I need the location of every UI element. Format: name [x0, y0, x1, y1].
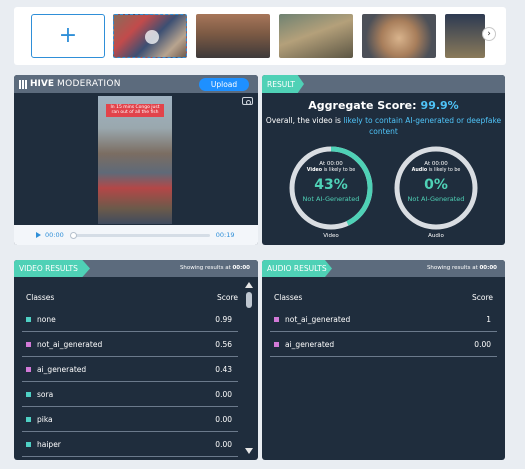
plus-icon: + [58, 23, 78, 48]
result-panel: RESULT Aggregate Score: 99.9% Overall, th… [262, 75, 505, 245]
upload-button[interactable]: Upload [199, 78, 249, 91]
audio-results-showing: Showing results at 00:00 [426, 265, 497, 271]
next-thumbnails-button[interactable]: › [482, 27, 496, 41]
class-color-swatch [26, 341, 31, 347]
video-results-header: VIDEO RESULTS Showing results at 00:00 [14, 260, 258, 277]
score-column-header: Score [471, 293, 493, 302]
video-gauge-time: At 00:00 [319, 161, 343, 167]
video-results-panel: VIDEO RESULTS Showing results at 00:00 C… [14, 260, 258, 460]
class-color-swatch [26, 391, 31, 397]
video-caption: In 15 mins Congo just ran out of all the… [106, 104, 164, 117]
class-color-swatch [26, 316, 31, 322]
class-name: sora [37, 389, 54, 399]
video-thumbnail-5[interactable] [445, 14, 485, 58]
chevron-right-icon: › [487, 29, 491, 39]
video-preview[interactable]: In 15 mins Congo just ran out of all the… [98, 96, 172, 224]
classes-column-header: Classes [274, 293, 303, 302]
class-score: 1 [486, 314, 491, 324]
audio-gauge-caption: Audio is likely to be [411, 168, 461, 173]
video-gauge-label: Video [323, 233, 339, 239]
add-media-button[interactable]: + [31, 14, 105, 58]
scroll-down-icon[interactable] [245, 448, 253, 454]
class-name: none [37, 314, 56, 324]
audio-gauge: At 00:00 Audio is likely to be 0% Not AI… [393, 145, 479, 239]
video-gauge-caption: Video is likely to be [306, 168, 356, 173]
current-time: 00:00 [45, 231, 64, 239]
aggregate-score-value: 99.9% [420, 99, 459, 112]
class-name: haiper [37, 439, 61, 449]
hive-logo-icon [19, 79, 27, 89]
audio-results-header: AUDIO RESULTS Showing results at 00:00 [262, 260, 505, 277]
audio-gauge-time: At 00:00 [424, 161, 448, 167]
table-row: ai_generated 0.43 [22, 357, 238, 382]
video-results-list: none 0.99 not_ai_generated 0.56 ai_generated… [22, 307, 238, 457]
class-score: 0.99 [215, 314, 232, 324]
class-score: 0.00 [474, 339, 491, 349]
result-tab: RESULT [262, 75, 304, 93]
table-row: not_ai_generated 1 [270, 307, 497, 332]
class-score: 0.00 [215, 439, 232, 449]
table-row: pika 0.00 [22, 407, 238, 432]
classes-column-header: Classes [26, 293, 55, 302]
video-results-columns: Classes Score [26, 293, 238, 302]
aggregate-score: Aggregate Score: 99.9% [308, 99, 459, 112]
class-score: 0.43 [215, 364, 232, 374]
scroll-thumb[interactable] [246, 292, 252, 308]
class-score: 0.56 [215, 339, 232, 349]
video-gauge-verdict: Not AI-Generated [302, 195, 360, 203]
play-icon [145, 30, 159, 44]
class-color-swatch [274, 316, 279, 322]
play-icon[interactable] [36, 232, 41, 238]
seek-bar[interactable] [69, 231, 210, 239]
table-row: sora 0.00 [22, 382, 238, 407]
result-summary: Overall, the video is likely to contain … [265, 116, 502, 136]
table-row: haiper 0.00 [22, 432, 238, 457]
camera-icon[interactable] [242, 97, 253, 105]
audio-gauge-verdict: Not AI-Generated [407, 195, 465, 203]
table-row: ai_generated 0.00 [270, 332, 497, 357]
video-gauge: At 00:00 Video is likely to be 43% Not A… [288, 145, 374, 239]
video-results-showing: Showing results at 00:00 [179, 265, 250, 271]
hive-logo: HIVE MODERATION [19, 79, 121, 89]
seek-handle[interactable] [69, 231, 77, 239]
audio-results-columns: Classes Score [274, 293, 493, 302]
total-time: 00:19 [215, 231, 235, 239]
video-gauge-percent: 43% [314, 177, 348, 193]
class-name: ai_generated [285, 339, 335, 349]
class-score: 0.00 [215, 389, 232, 399]
class-name: not_ai_generated [285, 314, 351, 324]
class-color-swatch [26, 441, 31, 447]
audio-results-panel: AUDIO RESULTS Showing results at 00:00 C… [262, 260, 505, 460]
video-thumbnail-2[interactable] [196, 14, 270, 58]
video-thumbnail-4[interactable] [362, 14, 436, 58]
class-color-swatch [26, 366, 31, 372]
result-header: RESULT [262, 75, 505, 93]
audio-gauge-label: Audio [428, 233, 444, 239]
scroll-up-icon[interactable] [245, 282, 253, 288]
audio-results-tab: AUDIO RESULTS [262, 260, 332, 277]
audio-results-list: not_ai_generated 1 ai_generated 0.00 [270, 307, 497, 357]
video-controls: 00:00 00:19 [14, 225, 258, 245]
hive-header: HIVE MODERATION Upload [14, 75, 258, 93]
video-results-tab: VIDEO RESULTS [14, 260, 90, 277]
class-score: 0.00 [215, 414, 232, 424]
table-row: not_ai_generated 0.56 [22, 332, 238, 357]
table-row: none 0.99 [22, 307, 238, 332]
video-player-panel: HIVE MODERATION Upload In 15 mins Congo … [14, 75, 258, 245]
video-thumbnail-1[interactable] [113, 14, 187, 58]
score-column-header: Score [216, 293, 238, 302]
class-name: not_ai_generated [37, 339, 103, 349]
video-thumbnail-3[interactable] [279, 14, 353, 58]
class-color-swatch [26, 416, 31, 422]
video-results-scrollbar[interactable] [243, 282, 255, 454]
result-summary-highlight: likely to contain AI-generated or deepfa… [343, 116, 502, 136]
class-name: pika [37, 414, 53, 424]
class-name: ai_generated [37, 364, 87, 374]
class-color-swatch [274, 341, 279, 347]
audio-gauge-percent: 0% [424, 177, 448, 193]
